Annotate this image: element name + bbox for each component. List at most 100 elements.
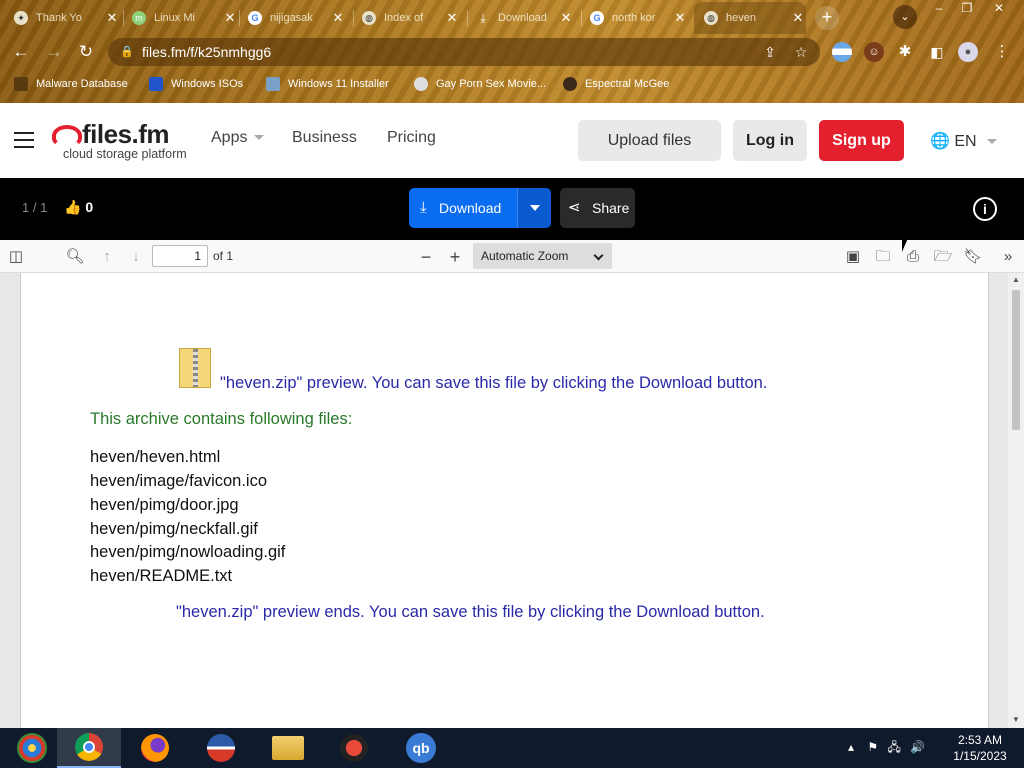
search-icon[interactable]: 🔍︎ [64, 246, 86, 268]
presentation-mode-icon[interactable]: ▣ [842, 246, 864, 268]
browser-tab[interactable]: ✦ Thank Yo ✕ [14, 4, 120, 32]
browser-tab[interactable]: ◍ Index of ✕ [362, 4, 460, 32]
globe-icon: ◍ [362, 11, 376, 25]
volume-icon[interactable]: 🔊 [910, 740, 925, 754]
side-panel-icon[interactable]: ◧ [927, 42, 947, 62]
browser-tab[interactable]: G nijigasak ✕ [248, 4, 346, 32]
tools-menu-icon[interactable]: » [997, 246, 1019, 268]
minimize-icon[interactable]: – [924, 0, 954, 16]
taskbar-app[interactable] [322, 728, 386, 768]
puzzle-icon[interactable]: ✱ [895, 42, 915, 62]
clock[interactable]: 2:53 AM 1/15/2023 [942, 732, 1018, 764]
menu-dots-icon[interactable]: ⋮ [992, 42, 1012, 62]
page-number-input[interactable]: 1 [152, 245, 208, 267]
close-icon[interactable]: ✕ [444, 10, 460, 26]
lock-icon: 🔒 [120, 46, 134, 58]
bookmark-icon [414, 77, 428, 91]
zoom-in-icon[interactable]: + [444, 246, 466, 268]
taskbar-qbittorrent[interactable]: qb [389, 728, 453, 768]
share-button[interactable]: ⋖ Share [560, 188, 635, 228]
browser-chrome: ✦ Thank Yo ✕ m Linux Mi ✕ G nijigasak ✕ … [0, 0, 1024, 103]
bookmark-item[interactable]: Gay Porn Sex Movie... [414, 76, 546, 92]
bookmark-item[interactable]: Windows 11 Installer [266, 76, 389, 92]
hamburger-menu-icon[interactable] [14, 132, 34, 150]
language-selector[interactable]: 🌐 EN [930, 131, 998, 151]
close-icon[interactable]: ✕ [558, 10, 574, 26]
bookmark-star-icon[interactable]: ☆ [790, 38, 812, 66]
open-file-icon[interactable]: 🗀 [872, 246, 894, 268]
window-close-icon[interactable]: ✕ [984, 0, 1014, 16]
mouse-cursor-icon [902, 238, 908, 252]
archive-file-entry: heven/README.txt [90, 567, 233, 585]
bookmark-item[interactable]: Espectral McGee [563, 76, 669, 92]
new-tab-button[interactable]: + [815, 6, 839, 30]
bookmark-icon[interactable]: 🔖︎ [962, 246, 984, 268]
info-icon[interactable]: i [973, 197, 997, 221]
browser-tab[interactable]: m Linux Mi ✕ [132, 4, 238, 32]
close-icon[interactable]: ✕ [672, 10, 688, 26]
profile-icon[interactable]: ● [958, 42, 978, 62]
extension-flag-icon[interactable] [832, 42, 852, 62]
previous-page-icon[interactable]: ↑ [96, 246, 118, 268]
bookmark-label: Malware Database [36, 78, 128, 90]
restore-icon[interactable]: ❐ [952, 0, 982, 16]
pdf-viewer-area[interactable]: "heven.zip" preview. You can save this f… [0, 273, 1024, 733]
zoom-select[interactable]: Automatic Zoom [473, 243, 612, 269]
zoom-out-icon[interactable]: − [415, 246, 437, 268]
browser-tab[interactable]: ⤓ Download ✕ [476, 4, 574, 32]
network-icon[interactable]: 🖧 [887, 740, 900, 754]
file-counter: 1 / 1 [22, 200, 48, 215]
like-count: 0 [85, 199, 94, 215]
tray-expand-icon[interactable]: ▴ [848, 740, 854, 754]
back-icon[interactable]: ← [9, 40, 33, 64]
nav-pricing[interactable]: Pricing [387, 129, 436, 147]
reload-icon[interactable]: ↻ [74, 40, 98, 64]
forward-icon[interactable]: → [42, 40, 66, 64]
download-options-dropdown[interactable] [517, 188, 551, 228]
bookmark-icon [563, 77, 577, 91]
bookmark-item[interactable]: Windows ISOs [149, 76, 243, 92]
start-button[interactable] [0, 728, 64, 768]
bookmark-label: Gay Porn Sex Movie... [436, 78, 547, 90]
next-page-icon[interactable]: ↓ [125, 246, 147, 268]
signup-button[interactable]: Sign up [819, 120, 904, 161]
save-icon[interactable]: 🗁 [932, 246, 954, 268]
system-tray: ▴ ⚑ 🖧 🔊 [848, 738, 925, 759]
close-icon[interactable]: ✕ [222, 10, 238, 26]
nav-business[interactable]: Business [292, 129, 357, 147]
browser-tab[interactable]: G north kor ✕ [590, 4, 688, 32]
taskbar-chrome[interactable] [57, 728, 121, 768]
address-bar[interactable]: 🔒 files.fm/f/k25nmhgg6 [108, 38, 820, 66]
scrollbar-thumb[interactable] [1012, 290, 1020, 430]
taskbar-firefox[interactable] [123, 728, 187, 768]
close-icon[interactable]: ✕ [104, 10, 120, 26]
upload-files-button[interactable]: Upload files [578, 120, 721, 161]
nav-apps[interactable]: Apps [211, 129, 265, 147]
scrollbar[interactable]: ▲ ▼ [1008, 273, 1024, 728]
browser-tab-active[interactable]: ◍ heven ✕ [694, 2, 806, 34]
tab-title: Index of [384, 12, 424, 24]
share-label: Share [592, 200, 630, 216]
chevron-down-icon [987, 139, 998, 145]
flag-icon[interactable]: ⚑ [867, 740, 878, 754]
tab-title: Thank Yo [36, 12, 82, 24]
chevron-down-icon [593, 250, 604, 261]
bookmark-label: Windows ISOs [171, 78, 244, 90]
taskbar-explorer[interactable] [256, 728, 320, 768]
sidebar-toggle-icon[interactable]: ◫ [5, 246, 27, 268]
extension-avatar-icon[interactable]: ☺ [864, 42, 884, 62]
site-logo[interactable]: files.fm cloud storage platform [52, 119, 192, 163]
like-button[interactable]: 👍 0 [64, 199, 93, 216]
google-icon: G [248, 11, 262, 25]
start-orb-icon [17, 733, 47, 763]
download-button[interactable]: ⤓ Download [409, 188, 517, 228]
scroll-down-icon[interactable]: ▼ [1012, 715, 1020, 724]
login-button[interactable]: Log in [733, 120, 807, 161]
share-page-icon[interactable]: ⇪ [759, 38, 781, 66]
close-icon[interactable]: ✕ [330, 10, 346, 26]
close-icon[interactable]: ✕ [790, 10, 806, 26]
tab-search-button[interactable]: ⌄ [893, 5, 917, 29]
scroll-up-icon[interactable]: ▲ [1012, 275, 1020, 284]
bookmark-item[interactable]: Malware Database [14, 76, 128, 92]
taskbar-app[interactable] [189, 728, 253, 768]
